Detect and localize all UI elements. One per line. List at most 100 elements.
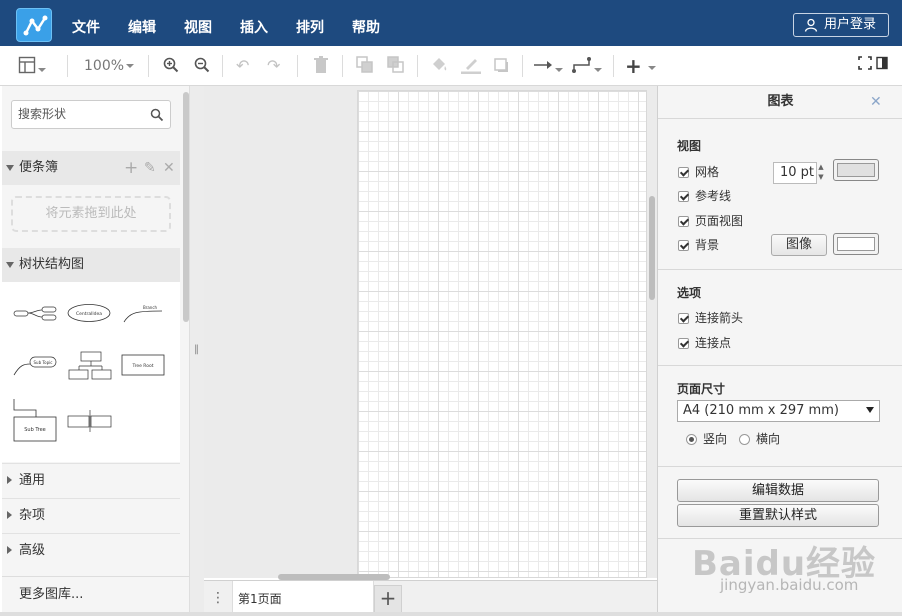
pencil-icon[interactable]: ✎ xyxy=(144,151,156,185)
app-logo[interactable] xyxy=(16,8,52,42)
section-title: 树状结构图 xyxy=(19,257,85,272)
waypoints-button[interactable] xyxy=(572,56,602,76)
shape-branch[interactable]: Branch xyxy=(123,305,163,323)
toggle-format-panel-button[interactable] xyxy=(876,56,888,76)
svg-text:Tree Root: Tree Root xyxy=(131,363,153,369)
redo-icon: ↷ xyxy=(267,56,281,75)
background-checkbox[interactable]: 背景 xyxy=(678,238,719,254)
toolbar-divider xyxy=(297,55,298,77)
close-icon[interactable]: ✕ xyxy=(870,94,882,110)
zoom-out-button[interactable] xyxy=(193,56,211,76)
menu-edit[interactable]: 编辑 xyxy=(128,17,156,37)
checkbox-checked[interactable] xyxy=(678,313,689,324)
background-color-swatch[interactable] xyxy=(833,233,879,255)
undo-icon: ↶ xyxy=(236,56,250,75)
grid-color-swatch[interactable] xyxy=(833,159,879,181)
grid-size-input[interactable]: 10 pt xyxy=(773,162,817,184)
guides-label: 参考线 xyxy=(695,189,732,203)
checkbox-checked[interactable] xyxy=(678,338,689,349)
page-grid[interactable] xyxy=(357,90,647,578)
background-image-button[interactable]: 图像 xyxy=(771,234,827,256)
login-button[interactable]: 用户登录 xyxy=(793,13,889,37)
delete-button[interactable] xyxy=(313,56,329,76)
sidebar-toggle-icon xyxy=(876,56,888,70)
up-icon[interactable]: ▲ xyxy=(815,162,827,172)
section-general[interactable]: 通用 xyxy=(2,463,180,497)
reset-style-button[interactable]: 重置默认样式 xyxy=(677,504,879,527)
checkbox-checked[interactable] xyxy=(678,240,689,251)
scratchpad-drop-zone[interactable]: 将元素拖到此处 xyxy=(11,196,171,232)
toolbar-divider xyxy=(148,55,149,77)
toolbar-divider xyxy=(522,55,523,77)
insert-button[interactable]: + xyxy=(625,56,656,76)
menu-arrange[interactable]: 排列 xyxy=(296,17,324,37)
connection-arrows-checkbox[interactable]: 连接箭头 xyxy=(678,311,743,327)
menu-insert[interactable]: 插入 xyxy=(240,17,268,37)
radio-unselected[interactable] xyxy=(739,434,750,445)
sidebar-scrollbar[interactable] xyxy=(183,92,189,322)
shape-org-chart[interactable] xyxy=(68,351,112,380)
format-panel-toggle[interactable] xyxy=(18,56,46,76)
shadow-button[interactable] xyxy=(493,56,511,76)
redo-button[interactable]: ↷ xyxy=(267,56,280,76)
vertical-scrollbar[interactable] xyxy=(649,196,655,300)
shape-sub-tree[interactable]: Sub Tree xyxy=(13,399,57,442)
menu-view[interactable]: 视图 xyxy=(184,17,212,37)
grid-label: 网格 xyxy=(695,165,720,179)
shape-sub-topic[interactable]: Sub Topic xyxy=(13,356,57,376)
section-misc[interactable]: 杂项 xyxy=(2,498,180,532)
connection-style-button[interactable] xyxy=(533,56,563,76)
svg-text:Sub Tree: Sub Tree xyxy=(24,427,46,433)
zoom-in-button[interactable] xyxy=(162,56,180,76)
portrait-radio[interactable]: 竖向 xyxy=(686,432,727,446)
checkbox-checked[interactable] xyxy=(678,167,689,178)
section-tree[interactable]: 树状结构图 xyxy=(2,248,180,282)
zoom-select[interactable]: 100% xyxy=(84,56,135,76)
zoom-out-icon xyxy=(194,57,210,73)
grid-size-stepper[interactable]: ▲ ▼ xyxy=(815,162,827,184)
search-icon[interactable] xyxy=(150,108,164,122)
logo-icon xyxy=(23,15,48,36)
search-input[interactable] xyxy=(18,107,148,121)
line-color-button[interactable] xyxy=(460,56,482,76)
page-view-checkbox[interactable]: 页面视图 xyxy=(678,214,743,230)
connection-points-label: 连接点 xyxy=(695,336,732,350)
menubar: 文件 编辑 视图 插入 排列 帮助 用户登录 xyxy=(0,0,902,46)
landscape-radio[interactable]: 横向 xyxy=(739,432,780,446)
checkbox-checked[interactable] xyxy=(678,191,689,202)
down-icon[interactable]: ▼ xyxy=(815,172,827,182)
edit-data-button[interactable]: 编辑数据 xyxy=(677,479,879,502)
connection-points-checkbox[interactable]: 连接点 xyxy=(678,336,731,352)
shape-horizontal-container[interactable] xyxy=(67,410,112,432)
fill-color-button[interactable] xyxy=(430,56,448,76)
radio-selected[interactable] xyxy=(686,434,697,445)
sidebar-splitter[interactable]: ‖ xyxy=(190,86,204,616)
more-shapes-link[interactable]: 更多图库... xyxy=(2,576,189,616)
more-vertical-icon: ⋮ xyxy=(211,590,225,606)
grid-checkbox[interactable]: 网格 xyxy=(678,165,719,181)
section-advanced[interactable]: 高级 xyxy=(2,533,180,567)
menu-help[interactable]: 帮助 xyxy=(352,17,380,37)
checkbox-checked[interactable] xyxy=(678,216,689,227)
undo-button[interactable]: ↶ xyxy=(236,56,249,76)
to-front-button[interactable] xyxy=(356,56,374,76)
close-icon[interactable]: ✕ xyxy=(163,151,175,185)
guides-checkbox[interactable]: 参考线 xyxy=(678,189,731,205)
page-tab[interactable]: 第1页面 xyxy=(232,581,374,616)
section-scratchpad[interactable]: 便条簿 + ✎ ✕ xyxy=(2,151,180,185)
pages-menu-button[interactable]: ⋮ xyxy=(204,581,232,616)
view-heading: 视图 xyxy=(677,139,702,153)
watermark-url: jingyan.baidu.com xyxy=(720,576,859,594)
shape-search[interactable] xyxy=(11,100,171,129)
shape-central-idea[interactable]: Centralldea xyxy=(67,304,111,322)
page-size-select[interactable]: A4 (210 mm x 297 mm) xyxy=(677,400,880,422)
diagram-canvas[interactable] xyxy=(204,86,657,578)
svg-text:Centralldea: Centralldea xyxy=(76,311,102,317)
shape-horizontal-tree[interactable] xyxy=(13,306,57,321)
add-page-button[interactable]: + xyxy=(374,585,402,613)
fullscreen-button[interactable] xyxy=(858,56,872,76)
plus-icon[interactable]: + xyxy=(124,151,138,185)
to-back-button[interactable] xyxy=(387,56,405,76)
menu-file[interactable]: 文件 xyxy=(72,17,100,37)
shape-tree-root[interactable]: Tree Root xyxy=(121,354,165,376)
